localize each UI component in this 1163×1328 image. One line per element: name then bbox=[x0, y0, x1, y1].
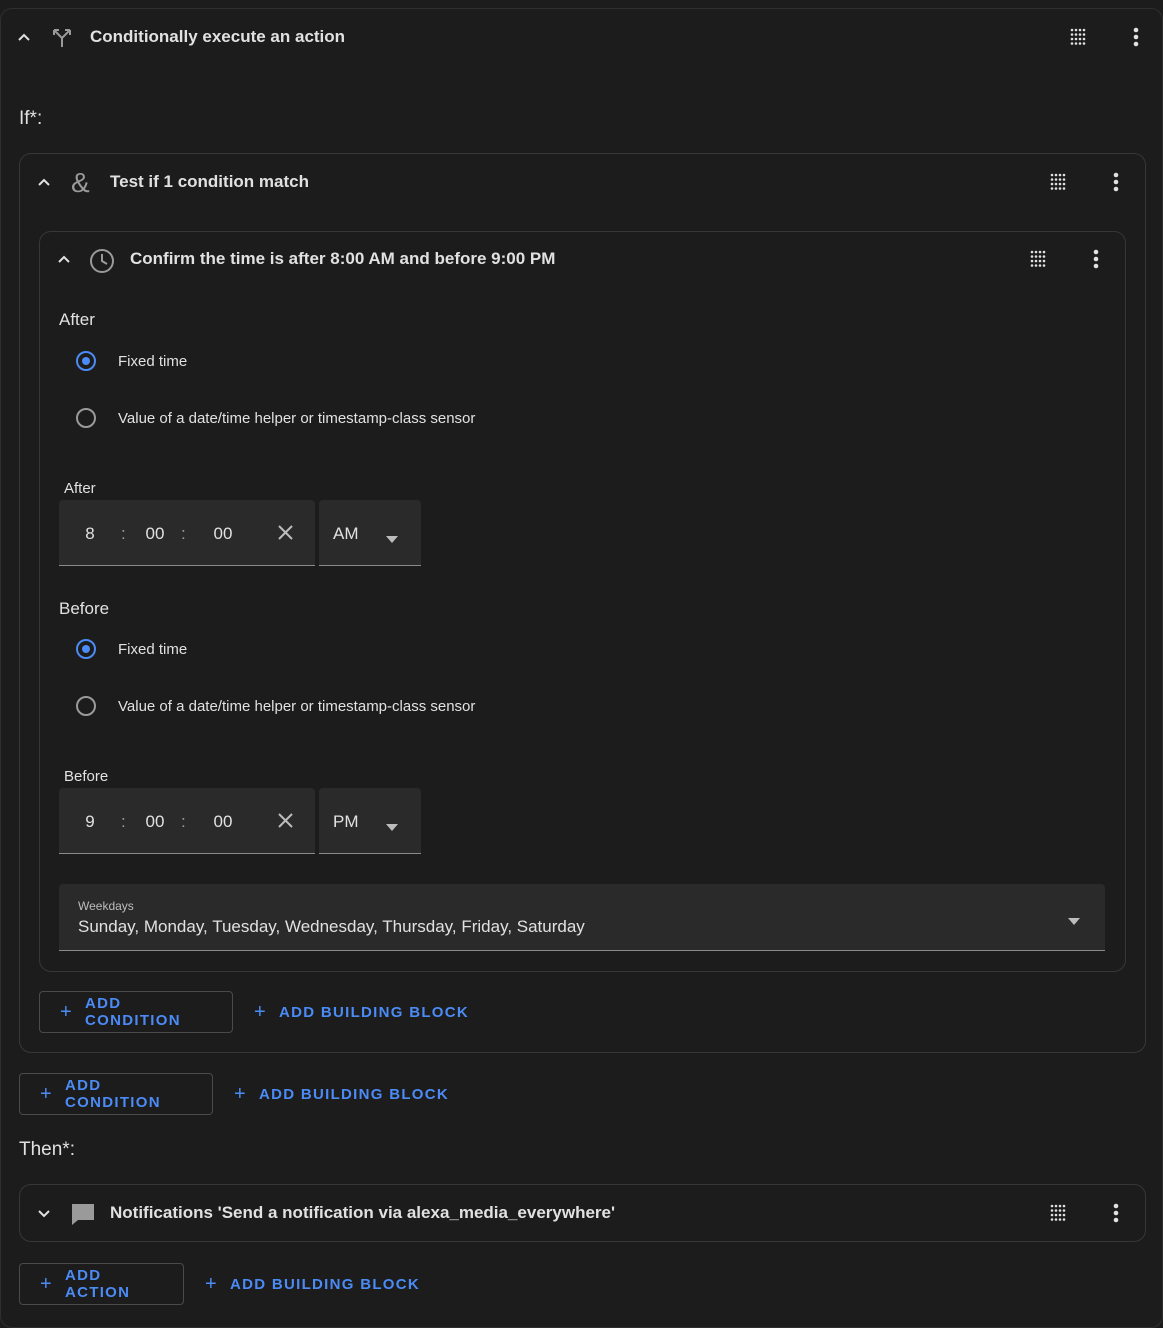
after-hours-field[interactable]: 8 bbox=[79, 524, 101, 544]
drag-handle-icon[interactable] bbox=[1062, 21, 1094, 53]
action-add-building-block-button[interactable]: + ADD BUILDING BLOCK bbox=[185, 1263, 440, 1305]
before-fixed-time-option[interactable]: Fixed time bbox=[76, 629, 187, 669]
after-time-input[interactable]: 8 : 00 : 00 bbox=[59, 500, 315, 566]
after-helper-option[interactable]: Value of a date/time helper or timestamp… bbox=[76, 398, 475, 438]
drag-handle-icon[interactable] bbox=[1042, 1197, 1074, 1229]
before-seconds-field[interactable]: 00 bbox=[209, 812, 237, 832]
call-split-icon bbox=[50, 25, 74, 54]
clear-icon[interactable] bbox=[277, 812, 294, 834]
inner-add-building-block-button[interactable]: + ADD BUILDING BLOCK bbox=[234, 991, 489, 1033]
time-separator: : bbox=[121, 812, 126, 831]
more-options-icon[interactable] bbox=[1120, 21, 1152, 53]
collapse-chevron-up-icon[interactable] bbox=[48, 243, 80, 275]
drag-handle-icon[interactable] bbox=[1022, 243, 1054, 275]
after-helper-radio[interactable] bbox=[76, 408, 96, 428]
plus-icon: + bbox=[60, 1001, 73, 1023]
ampersand-icon: & bbox=[71, 167, 90, 198]
time-condition-card bbox=[39, 231, 1126, 972]
action-add-building-block-label: ADD BUILDING BLOCK bbox=[229, 1275, 421, 1293]
then-label: Then*: bbox=[19, 1139, 75, 1160]
plus-icon: + bbox=[234, 1083, 247, 1105]
outer-add-condition-button[interactable]: + ADD CONDITION bbox=[19, 1073, 213, 1115]
after-heading: After bbox=[59, 310, 95, 329]
plus-icon: + bbox=[40, 1083, 53, 1105]
plus-icon: + bbox=[254, 1001, 267, 1023]
action-title: Notifications 'Send a notification via a… bbox=[110, 1203, 616, 1222]
weekdays-label: Weekdays bbox=[78, 899, 134, 913]
before-fixed-time-radio[interactable] bbox=[76, 639, 96, 659]
dropdown-arrow-icon bbox=[386, 818, 398, 836]
outer-add-condition-label: ADD CONDITION bbox=[64, 1077, 161, 1111]
after-fixed-time-label: Fixed time bbox=[118, 352, 188, 370]
time-separator: : bbox=[181, 524, 186, 543]
outer-add-building-block-button[interactable]: + ADD BUILDING BLOCK bbox=[214, 1073, 469, 1115]
clear-icon[interactable] bbox=[277, 524, 294, 546]
dropdown-arrow-icon bbox=[1068, 912, 1080, 930]
before-hours-field[interactable]: 9 bbox=[79, 812, 101, 832]
after-ampm-select[interactable]: AM bbox=[319, 500, 421, 566]
time-separator: : bbox=[121, 524, 126, 543]
dropdown-arrow-icon bbox=[386, 530, 398, 548]
plus-icon: + bbox=[40, 1273, 53, 1295]
before-heading: Before bbox=[59, 599, 110, 618]
before-helper-option[interactable]: Value of a date/time helper or timestamp… bbox=[76, 686, 475, 726]
drag-handle-icon[interactable] bbox=[1042, 166, 1074, 198]
and-block-title: Test if 1 condition match bbox=[110, 172, 309, 191]
plus-icon: + bbox=[205, 1273, 218, 1295]
after-ampm-value: AM bbox=[333, 524, 359, 543]
message-icon bbox=[70, 1202, 96, 1231]
weekdays-select[interactable]: Weekdays Sunday, Monday, Tuesday, Wednes… bbox=[59, 884, 1105, 951]
before-time-label: Before bbox=[64, 768, 109, 785]
weekdays-value: Sunday, Monday, Tuesday, Wednesday, Thur… bbox=[78, 917, 585, 936]
outer-add-building-block-label: ADD BUILDING BLOCK bbox=[258, 1085, 450, 1103]
time-condition-title: Confirm the time is after 8:00 AM and be… bbox=[130, 249, 556, 268]
inner-add-condition-button[interactable]: + ADD CONDITION bbox=[39, 991, 233, 1033]
inner-add-building-block-label: ADD BUILDING BLOCK bbox=[278, 1003, 470, 1021]
add-action-label: ADD ACTION bbox=[64, 1267, 131, 1301]
after-time-label: After bbox=[64, 480, 96, 497]
expand-chevron-down-icon[interactable] bbox=[28, 1197, 60, 1229]
inner-add-condition-label: ADD CONDITION bbox=[84, 995, 181, 1029]
clock-icon bbox=[89, 248, 115, 279]
after-seconds-field[interactable]: 00 bbox=[209, 524, 237, 544]
more-options-icon[interactable] bbox=[1100, 166, 1132, 198]
after-fixed-time-radio[interactable] bbox=[76, 351, 96, 371]
time-separator: : bbox=[181, 812, 186, 831]
before-ampm-select[interactable]: PM bbox=[319, 788, 421, 854]
collapse-chevron-up-icon[interactable] bbox=[28, 166, 60, 198]
after-minutes-field[interactable]: 00 bbox=[141, 524, 169, 544]
more-options-icon[interactable] bbox=[1080, 243, 1112, 275]
more-options-icon[interactable] bbox=[1100, 1197, 1132, 1229]
before-time-input[interactable]: 9 : 00 : 00 bbox=[59, 788, 315, 854]
add-action-button[interactable]: + ADD ACTION bbox=[19, 1263, 184, 1305]
after-helper-label: Value of a date/time helper or timestamp… bbox=[118, 409, 476, 427]
before-minutes-field[interactable]: 00 bbox=[141, 812, 169, 832]
outer-title: Conditionally execute an action bbox=[90, 27, 346, 46]
after-fixed-time-option[interactable]: Fixed time bbox=[76, 341, 187, 381]
before-ampm-value: PM bbox=[333, 812, 359, 831]
if-label: If*: bbox=[19, 108, 43, 129]
collapse-chevron-up-icon[interactable] bbox=[8, 21, 40, 53]
before-helper-label: Value of a date/time helper or timestamp… bbox=[118, 697, 476, 715]
before-fixed-time-label: Fixed time bbox=[118, 640, 188, 658]
before-helper-radio[interactable] bbox=[76, 696, 96, 716]
